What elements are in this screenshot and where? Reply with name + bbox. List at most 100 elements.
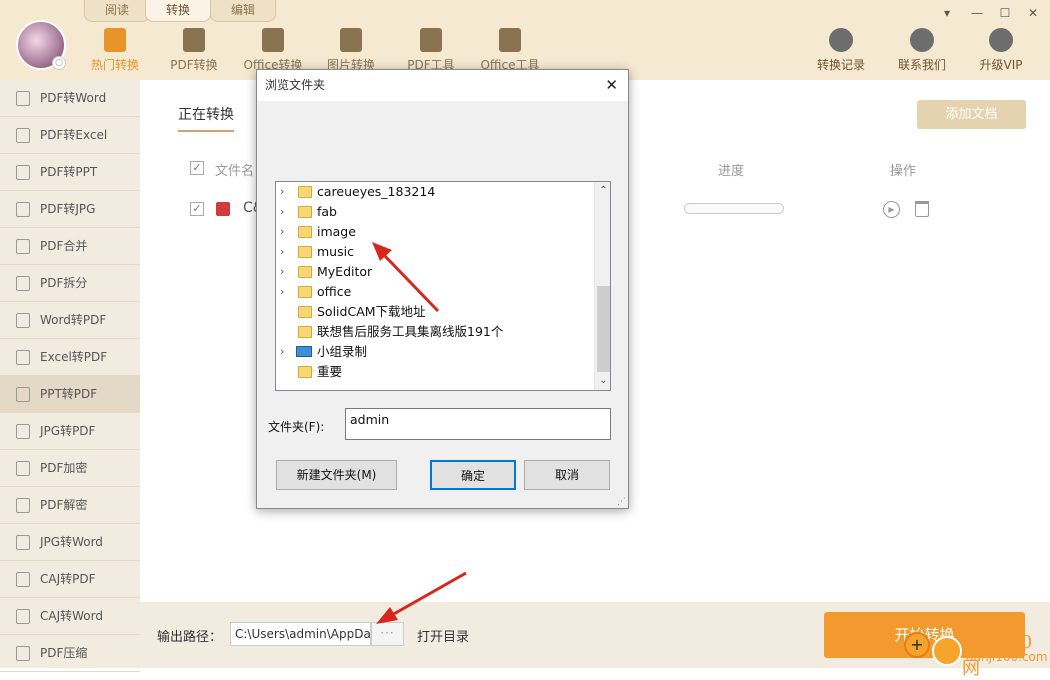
sidebar-item[interactable]: JPG转Word: [0, 524, 140, 561]
sidebar-item[interactable]: PDF转PPT: [0, 154, 140, 191]
sidebar-item[interactable]: PDF解密: [0, 487, 140, 524]
folder-tree-item[interactable]: › fab: [276, 202, 594, 222]
nav-contact[interactable]: 联系我们: [887, 28, 957, 73]
folder-tree-item[interactable]: › music: [276, 242, 594, 262]
resize-grip-icon[interactable]: ⋰: [617, 497, 626, 507]
folder-tree-item[interactable]: 联想售后服务工具集离线版191个: [276, 322, 594, 342]
folder-tree-item[interactable]: › careueyes_183214: [276, 182, 594, 202]
sidebar-item[interactable]: PDF拆分: [0, 265, 140, 302]
close-icon[interactable]: ✕: [1026, 6, 1040, 20]
folder-icon: [298, 206, 312, 218]
output-path-input[interactable]: C:\Users\admin\AppDa: [230, 622, 371, 646]
minimize-icon[interactable]: —: [970, 6, 984, 20]
progress-bar: [684, 203, 784, 214]
nav-label: 热门转换: [90, 58, 139, 72]
sidebar-item[interactable]: Word转PDF: [0, 302, 140, 339]
toolbox-icon: [420, 28, 442, 52]
sidebar-item[interactable]: CAJ转PDF: [0, 561, 140, 598]
scroll-up-icon[interactable]: ⌃: [595, 182, 610, 199]
select-all-checkbox[interactable]: ✓: [190, 161, 204, 175]
open-directory-link[interactable]: 打开目录: [417, 626, 469, 645]
nav-label: PDF转换: [170, 58, 218, 72]
ok-button[interactable]: 确定: [430, 460, 516, 490]
tree-scrollbar[interactable]: ⌃ ⌄: [594, 182, 610, 390]
computer-icon: [296, 346, 312, 357]
folder-tree-item-label: 重要: [317, 364, 343, 379]
nav-image-convert[interactable]: 图片转换: [314, 28, 388, 73]
folder-tree-item-label: image: [317, 224, 356, 239]
watermark: + 单机100网 danji100.com: [900, 628, 1050, 679]
clock-icon: [829, 28, 853, 52]
nav-office-tools[interactable]: Office工具: [473, 28, 547, 73]
folder-tree[interactable]: › careueyes_183214 › fab › image › music › MyEdit…: [275, 181, 611, 391]
nav-label: 联系我们: [897, 58, 946, 72]
expand-chevron-icon[interactable]: ›: [280, 262, 284, 282]
browse-button[interactable]: ···: [371, 622, 404, 646]
headset-icon: [910, 28, 934, 52]
tab-converting[interactable]: 正在转换: [178, 104, 234, 132]
cancel-button[interactable]: 取消: [524, 460, 610, 490]
sidebar-item[interactable]: JPG转PDF: [0, 413, 140, 450]
file-icon: [16, 609, 30, 624]
nav-pdf-tools[interactable]: PDF工具: [394, 28, 468, 73]
expand-chevron-icon[interactable]: ›: [280, 342, 284, 362]
scroll-down-icon[interactable]: ⌄: [595, 372, 610, 389]
sidebar-item[interactable]: PDF转Excel: [0, 117, 140, 154]
dialog-close-icon[interactable]: ✕: [605, 76, 618, 94]
menu-dropdown-icon[interactable]: ▾: [940, 6, 954, 20]
folder-name-input[interactable]: admin: [345, 408, 611, 440]
folder-icon: [298, 186, 312, 198]
folder-tree-item-label: music: [317, 244, 354, 259]
tab-edit[interactable]: 编辑: [210, 0, 276, 22]
expand-chevron-icon[interactable]: ›: [280, 202, 284, 222]
sidebar-item-active[interactable]: PPT转PDF: [0, 376, 140, 413]
add-document-button[interactable]: 添加文档: [917, 100, 1026, 129]
tab-read[interactable]: 阅读: [84, 0, 150, 22]
sidebar-item-label: JPG转PDF: [40, 424, 96, 438]
maximize-icon[interactable]: ☐: [998, 6, 1012, 20]
nav-pdf-convert[interactable]: PDF转换: [157, 28, 231, 73]
avatar[interactable]: ○: [16, 20, 66, 70]
sidebar-item-label: Excel转PDF: [40, 350, 108, 364]
folder-tree-item-label: fab: [317, 204, 337, 219]
expand-chevron-icon[interactable]: ›: [280, 282, 284, 302]
expand-chevron-icon[interactable]: ›: [280, 222, 284, 242]
folder-tree-item[interactable]: › image: [276, 222, 594, 242]
nav-hot-convert[interactable]: 热门转换: [78, 28, 152, 73]
sidebar-item-label: PDF解密: [40, 498, 88, 512]
nav-upgrade-vip[interactable]: 升级VIP: [966, 28, 1036, 73]
sidebar-item[interactable]: PDF转Word: [0, 80, 140, 117]
sidebar-item[interactable]: Excel转PDF: [0, 339, 140, 376]
nav-history[interactable]: 转换记录: [806, 28, 876, 73]
folder-tree-item[interactable]: › 小组录制: [276, 342, 594, 362]
sidebar-item[interactable]: PDF转JPG: [0, 191, 140, 228]
sidebar-item[interactable]: PDF压缩: [0, 635, 140, 672]
new-folder-button[interactable]: 新建文件夹(M): [276, 460, 397, 490]
output-path-label: 输出路径：: [157, 630, 223, 645]
folder-tree-item-label: office: [317, 284, 352, 299]
sidebar-item[interactable]: PDF合并: [0, 228, 140, 265]
sidebar-item-label: PPT转PDF: [40, 387, 98, 401]
expand-chevron-icon[interactable]: ›: [280, 242, 284, 262]
trash-icon[interactable]: [915, 201, 929, 217]
folder-tree-item[interactable]: › office: [276, 282, 594, 302]
crown-icon: [989, 28, 1013, 52]
avatar-badge-icon: ○: [52, 56, 66, 70]
nav-label: 升级VIP: [979, 58, 1023, 72]
tab-convert[interactable]: 转换: [145, 0, 211, 22]
sidebar-item-label: PDF转JPG: [40, 202, 96, 216]
file-icon: [16, 387, 30, 402]
sidebar-item-label: PDF拆分: [40, 276, 88, 290]
play-icon[interactable]: ▶: [883, 201, 900, 218]
sidebar-item[interactable]: CAJ转Word: [0, 598, 140, 635]
scroll-thumb[interactable]: [597, 286, 610, 372]
row-checkbox[interactable]: ✓: [190, 202, 204, 216]
nav-office-convert[interactable]: Office转换: [236, 28, 310, 73]
folder-tree-item[interactable]: 重要: [276, 362, 594, 382]
expand-chevron-icon[interactable]: ›: [280, 182, 284, 202]
sidebar-item[interactable]: PDF加密: [0, 450, 140, 487]
folder-tree-item[interactable]: SolidCAM下载地址: [276, 302, 594, 322]
sidebar-item-label: PDF加密: [40, 461, 88, 475]
folder-tree-item[interactable]: › MyEditor: [276, 262, 594, 282]
sidebar-item-label: CAJ转PDF: [40, 572, 96, 586]
